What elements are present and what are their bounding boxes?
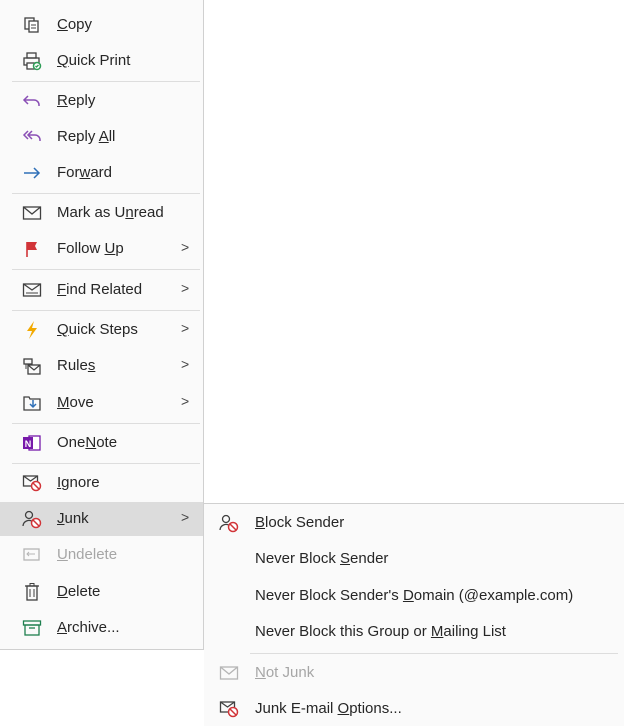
reply-all-icon [22, 127, 42, 147]
menu-item-move[interactable]: Move > [0, 386, 203, 420]
menu-item-rules[interactable]: Rules > [0, 349, 203, 383]
rules-icon [22, 356, 42, 376]
submenu-item-label: Junk E-mail Options... [255, 700, 402, 717]
menu-item-label: Move [57, 394, 94, 411]
menu-item-label: Archive... [57, 619, 120, 636]
envelope-icon [22, 203, 42, 223]
menu-item-delete[interactable]: Delete [0, 575, 203, 609]
menu-item-ignore[interactable]: Ignore [0, 466, 203, 500]
junk-submenu: Block Sender Never Block Sender Never Bl… [204, 503, 624, 726]
menu-item-label: Copy [57, 16, 93, 33]
submenu-arrow-icon: > [181, 320, 190, 336]
svg-text:N: N [25, 439, 32, 449]
submenu-item-never-block-domain[interactable]: Never Block Sender's Domain (@example.co… [204, 579, 624, 613]
menu-separator [12, 269, 200, 270]
not-junk-icon [218, 663, 240, 683]
menu-separator [12, 310, 200, 311]
submenu-item-label: Never Block Sender's Domain (@example.co… [255, 587, 574, 604]
menu-item-junk[interactable]: Junk > [0, 502, 203, 536]
submenu-item-never-block-group[interactable]: Never Block this Group or Mailing List [204, 615, 624, 649]
submenu-arrow-icon: > [181, 356, 190, 372]
submenu-item-never-block-sender[interactable]: Never Block Sender [204, 542, 624, 576]
menu-item-label: Quick Steps [57, 321, 138, 338]
menu-item-label: Quick Print [57, 52, 131, 69]
menu-item-label: Reply [57, 92, 96, 109]
context-menu: Copy Quick Print Reply Reply All Forward… [0, 0, 204, 650]
menu-separator [12, 193, 200, 194]
junk-options-icon [218, 699, 240, 719]
undelete-icon [22, 545, 42, 565]
menu-item-label: Undelete [57, 546, 118, 563]
submenu-item-block-sender[interactable]: Block Sender [204, 506, 624, 540]
menu-separator [12, 81, 200, 82]
menu-item-label: OneNote [57, 434, 118, 451]
menu-item-quick-print[interactable]: Quick Print [0, 44, 203, 78]
menu-item-label: Follow Up [57, 240, 124, 257]
menu-item-quick-steps[interactable]: Quick Steps > [0, 313, 203, 347]
block-sender-icon [218, 513, 240, 533]
submenu-item-label: Not Junk [255, 664, 315, 681]
menu-item-undelete: Undelete [0, 538, 203, 572]
menu-item-copy[interactable]: Copy [0, 8, 203, 42]
move-icon [22, 393, 42, 413]
menu-item-find-related[interactable]: Find Related > [0, 273, 203, 307]
submenu-arrow-icon: > [181, 280, 190, 296]
menu-item-label: Rules [57, 357, 96, 374]
submenu-item-label: Never Block this Group or Mailing List [255, 623, 506, 640]
menu-item-archive[interactable]: Archive... [0, 611, 203, 645]
submenu-arrow-icon: > [181, 393, 190, 409]
forward-icon [22, 163, 42, 183]
menu-item-label: Mark as Unread [57, 204, 164, 221]
menu-item-follow-up[interactable]: Follow Up > [0, 232, 203, 266]
find-related-icon [22, 280, 42, 300]
submenu-item-label: Block Sender [255, 514, 345, 531]
menu-separator [12, 423, 200, 424]
menu-item-label: Reply All [57, 128, 116, 145]
submenu-item-junk-options[interactable]: Junk E-mail Options... [204, 692, 624, 726]
submenu-arrow-icon: > [181, 509, 190, 525]
trash-icon [22, 582, 42, 602]
archive-icon [22, 618, 42, 638]
menu-item-reply[interactable]: Reply [0, 84, 203, 118]
reply-icon [22, 91, 42, 111]
menu-item-label: Delete [57, 583, 101, 600]
menu-separator [12, 463, 200, 464]
submenu-item-not-junk: Not Junk [204, 656, 624, 690]
submenu-item-label: Never Block Sender [255, 550, 389, 567]
menu-item-onenote[interactable]: N OneNote [0, 426, 203, 460]
menu-item-reply-all[interactable]: Reply All [0, 120, 203, 154]
menu-item-label: Ignore [57, 474, 100, 491]
menu-item-mark-unread[interactable]: Mark as Unread [0, 196, 203, 230]
submenu-arrow-icon: > [181, 239, 190, 255]
ignore-icon [22, 473, 42, 493]
flag-icon [22, 239, 42, 259]
junk-icon [22, 509, 42, 529]
menu-item-forward[interactable]: Forward [0, 156, 203, 190]
quick-print-icon [22, 51, 42, 71]
onenote-icon: N [22, 433, 42, 453]
submenu-separator [250, 653, 618, 654]
copy-icon [22, 15, 42, 35]
menu-item-label: Junk [57, 510, 89, 527]
menu-item-label: Find Related [57, 281, 143, 298]
lightning-icon [22, 320, 42, 340]
menu-item-label: Forward [57, 164, 113, 181]
